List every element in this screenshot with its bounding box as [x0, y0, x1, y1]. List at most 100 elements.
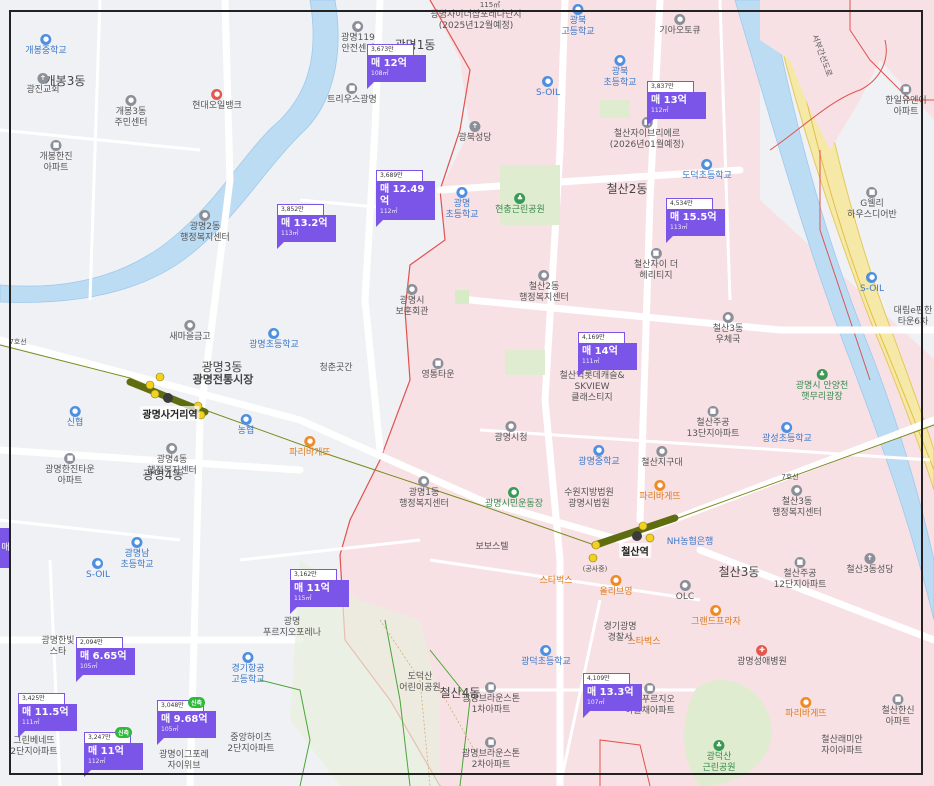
place-cs3-post[interactable]: ● 철산3동 우체국: [713, 312, 743, 346]
place-nonghyup[interactable]: ● 농협: [238, 414, 254, 437]
place-gm-civic[interactable]: ● 광명시민운동장: [485, 487, 543, 510]
listing-marker[interactable]: 3,425만 매 11.5억 111㎡: [18, 693, 88, 738]
place-gm-purgio[interactable]: 광명 푸르지오포레나: [263, 617, 321, 639]
government-icon: ●: [791, 485, 803, 496]
place-hanil[interactable]: ■ 한일유엔이 아파트: [885, 84, 927, 118]
listing-marker[interactable]: 4,109만 매 13.3억 107㎡: [583, 673, 653, 718]
place-gs-school[interactable]: ● 광성초등학교: [762, 422, 812, 445]
place-gwangdeok-school[interactable]: ● 광덕초등학교: [521, 645, 571, 668]
gas-station-icon: ●: [542, 76, 554, 87]
place-gm-hanpit[interactable]: 광명한빛 스타: [41, 636, 74, 658]
place-gm-north-school[interactable]: ● 광북 고등학교: [561, 4, 595, 38]
listing-marker[interactable]: 4,534만 매 15.5억 113㎡: [666, 198, 736, 243]
listing-marker[interactable]: 2,094만 매 6.65억 105㎡: [76, 637, 146, 682]
place-cs3-church[interactable]: ✝ 철산3동성당: [846, 553, 894, 576]
school-icon: ●: [456, 187, 468, 198]
government-icon: ●: [418, 476, 430, 487]
place-gaebong-hanjin[interactable]: ■ 개봉한진 아파트: [39, 140, 73, 174]
place-hyundai-oilbank[interactable]: ● 현대오일뱅크: [192, 89, 242, 112]
apartment-icon: ■: [900, 84, 912, 95]
place-gwangnam-school[interactable]: ● 광명남 초등학교: [120, 537, 154, 571]
place-kia[interactable]: ● 기아오토큐: [659, 14, 701, 37]
listing-marker[interactable]: 3,852만 매 13.2억 113㎡: [277, 204, 347, 249]
place-grand[interactable]: ● 그랜드프라자: [691, 605, 741, 628]
place-daerim[interactable]: 대림e편한 타운6차: [894, 306, 933, 328]
shop-icon: ●: [710, 605, 722, 616]
apartment-icon: ■: [432, 358, 444, 369]
place-starbucks1[interactable]: 스타벅스: [539, 576, 572, 587]
place-cheongchun[interactable]: 청춘곳간: [319, 363, 352, 374]
place-gm-brown2[interactable]: ■ 광명브라운스톤 2차아파트: [462, 737, 520, 771]
place-bobo[interactable]: 보보스텔: [475, 542, 508, 553]
place-sinhyeop[interactable]: ● 신협: [67, 406, 83, 429]
place-cs-school[interactable]: ● 광북 초등학교: [603, 55, 637, 89]
market-label: 광명전통시장: [192, 373, 254, 386]
bakery-icon: ●: [304, 436, 316, 447]
place-yeongtown[interactable]: ■ 영통타운: [421, 358, 455, 381]
place-cs3-center[interactable]: ● 철산3동 행정복지센터: [772, 485, 822, 519]
listing-marker[interactable]: 3,162만 매 11억 115㎡: [290, 569, 360, 614]
listing-marker[interactable]: 3,689만 매 12.49억 112㎡: [376, 170, 446, 227]
school-icon: ●: [701, 159, 713, 170]
place-soil-right[interactable]: ● S-OIL: [860, 272, 884, 295]
place-hanjin-town[interactable]: ■ 광명한진타운 아파트: [45, 453, 95, 487]
place-jaiseo[interactable]: 광명자이더샵포레나단지 (2025년12월예정): [430, 10, 521, 32]
place-cs-hanshin[interactable]: ■ 철산한신 아파트: [881, 694, 915, 728]
place-gwangdeok-park[interactable]: ♣ 광덕산 근린공원: [702, 740, 736, 774]
place-jungang[interactable]: 중앙하이츠 2단지아파트: [227, 733, 274, 755]
place-nh-bank[interactable]: NH농협은행: [667, 537, 714, 548]
listing-marker[interactable]: 3,247만 매 11억 112㎡: [84, 732, 154, 777]
map-canvas[interactable]: 개봉3동 광명1동 광명3동 광명4동 철산2동 철산3동 철산4동 광명전통시…: [0, 0, 934, 786]
place-cs2-center[interactable]: ● 철산2동 행정복지센터: [519, 270, 569, 304]
place-doduk-school[interactable]: ● 도덕초등학교: [682, 159, 732, 182]
place-gm-forest[interactable]: 광명이그포레 자이위브: [159, 750, 209, 772]
place-suwon-court[interactable]: 수원지방법원 광명시법원: [564, 488, 614, 510]
school-icon: ●: [40, 34, 52, 45]
place-soil-left[interactable]: ● S-OIL: [86, 558, 110, 581]
place-ansan-bridge[interactable]: ♣ 광명시 안양천 햇무리광장: [796, 369, 848, 403]
place-gaebong3-center[interactable]: ● 개봉3동 주민센터: [114, 95, 148, 129]
place-gwangjin-church[interactable]: ✝ 광진교회: [26, 73, 60, 96]
place-gongmu[interactable]: ✝ 광북성당: [458, 121, 492, 144]
listing-marker-edge[interactable]: 매: [0, 528, 11, 568]
listing-marker[interactable]: 3,673만 매 12억 108㎡: [367, 44, 437, 89]
place-gaebong-school[interactable]: ● 개봉중학교: [25, 34, 67, 57]
place-gm-hospital[interactable]: ✚ 광명성애병원: [737, 645, 787, 668]
school-icon: ●: [540, 645, 552, 656]
place-gm4-center[interactable]: ● 광명4동 행정복지센터: [147, 443, 197, 477]
place-gwangmyeong2-center[interactable]: ● 광명2동 행정복지센터: [180, 210, 230, 244]
place-hyeonchung-park[interactable]: ♣ 현충근린공원: [495, 193, 545, 216]
station-gwangmyeong-sagori[interactable]: 광명사거리역: [140, 406, 200, 421]
place-gm-school-c[interactable]: ● 광명중학교: [578, 445, 620, 468]
place-cs13[interactable]: ■ 철산주공 13단지아파트: [687, 406, 739, 440]
bakery-icon: ●: [654, 480, 666, 491]
place-saemaeul[interactable]: ● 새마을금고: [169, 320, 211, 343]
place-cs-heritage[interactable]: ■ 철산자이 더 헤리티지: [634, 248, 678, 282]
place-cs-raemian[interactable]: 철산래미안 자이아파트: [821, 735, 862, 757]
place-paris-br[interactable]: ● 파리바게뜨: [785, 697, 827, 720]
marker-pointer: [157, 738, 164, 745]
place-gm-hall[interactable]: ● 광명시 보훈회관: [395, 284, 429, 318]
place-gm-cityhall[interactable]: ● 광명시청: [494, 421, 528, 444]
place-soil-top[interactable]: ● S-OIL: [536, 76, 560, 99]
place-paris-mid[interactable]: ● 파리바게뜨: [639, 480, 681, 503]
place-olc[interactable]: ● OLC: [676, 580, 694, 603]
place-gm-brown1[interactable]: ■ 광명브라운스톤 1차아파트: [462, 682, 520, 716]
place-gm-elementary[interactable]: ● 광명초등학교: [249, 328, 299, 351]
place-g-well[interactable]: ■ G웰리 하우스디어반: [847, 187, 897, 221]
shop-icon: ●: [610, 575, 622, 586]
place-gh-school[interactable]: ● 경기항공 고등학교: [231, 652, 265, 686]
listing-marker[interactable]: 3,837만 매 13억 112㎡: [647, 81, 717, 126]
place-jeil[interactable]: 그린베네뜨 2단지아파트: [10, 736, 57, 758]
place-gm1-center-b[interactable]: ● 광명1동 행정복지센터: [399, 476, 449, 510]
listing-marker[interactable]: 4,169만 매 14억 111㎡: [578, 332, 648, 377]
place-dooksan[interactable]: 도덕산 어린이공원: [399, 672, 440, 694]
fire-station-icon: ●: [352, 21, 364, 32]
place-gm1-school[interactable]: ● 광명 초등학교: [445, 187, 479, 221]
place-cs-court[interactable]: ● 철산지구대: [641, 446, 683, 469]
station-cheolsan[interactable]: 철산역: [619, 543, 651, 558]
place-gm-police[interactable]: 경기광명 경찰서: [603, 622, 636, 644]
place-olive[interactable]: ● 올리브영: [599, 575, 633, 598]
place-paris-left[interactable]: ● 파리바게뜨: [289, 436, 331, 459]
place-cs12[interactable]: ■ 철산주공 12단지아파트: [774, 557, 826, 591]
